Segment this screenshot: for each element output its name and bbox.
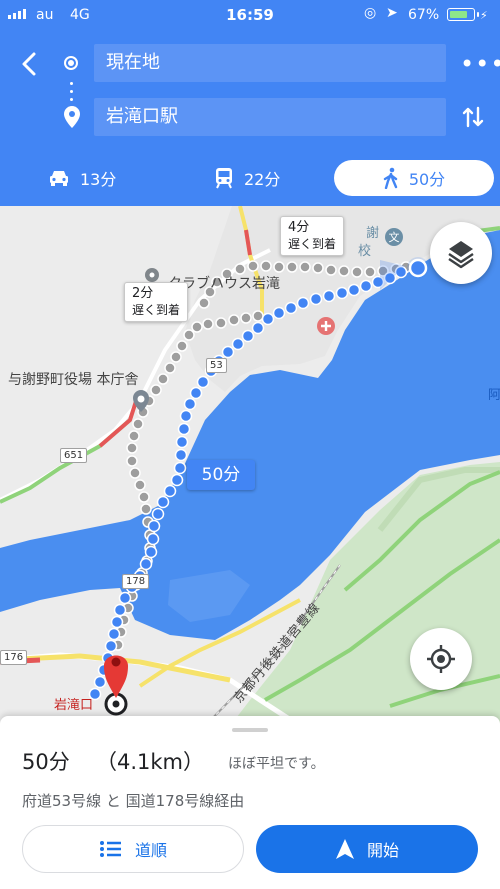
summary-description: ほぼ平坦です。 [228, 756, 325, 772]
navigation-arrow-icon [335, 839, 354, 859]
alt-route-1-note: 遅く到着 [132, 303, 181, 317]
edge-place-label: 阿 [488, 388, 500, 403]
battery-percent: 67% [408, 7, 440, 23]
destination-pin-icon [64, 106, 80, 132]
route-duration-label[interactable]: 50分 [187, 460, 255, 490]
battery-icon [447, 8, 479, 21]
school-icon[interactable]: 文 [385, 228, 403, 246]
summary-via: 府道53号線 と 国道178号線経由 [22, 792, 245, 810]
crosshair-icon [427, 645, 455, 673]
directions-header: au 4G 16:59 ◎ ➤ 67% ⚡ 現在地 岩滝口駅 ••• 13分 [0, 0, 500, 206]
mode-transit-time: 22分 [244, 170, 281, 189]
status-bar: au 4G 16:59 ◎ ➤ 67% ⚡ [0, 0, 500, 30]
summary-distance: （4.1km） [96, 750, 205, 774]
walk-icon [383, 167, 398, 189]
swap-icon [462, 106, 484, 128]
svg-text:文: 文 [389, 230, 400, 244]
layers-icon [448, 241, 474, 269]
train-icon [216, 168, 232, 189]
mode-walk-time: 50分 [408, 170, 446, 189]
car-icon [50, 171, 68, 186]
hospital-icon[interactable] [317, 317, 335, 335]
poi-pin-clubhouse[interactable] [145, 268, 159, 282]
road-shield-178: 178 [122, 574, 150, 589]
sheet-drag-handle[interactable] [232, 728, 268, 732]
layers-button[interactable] [430, 222, 492, 284]
origin-input[interactable]: 現在地 [94, 44, 446, 82]
alt-route-2-time: 4分 [288, 220, 310, 235]
alt-route-callout-2[interactable]: 4分 遅く到着 [280, 216, 345, 256]
alt-route-2-note: 遅く到着 [288, 237, 337, 251]
rotation-lock-icon: ◎ [364, 5, 377, 21]
more-options-button[interactable]: ••• [460, 52, 500, 76]
start-button-label: 開始 [366, 841, 399, 860]
poi-label-school-b[interactable]: 校 [358, 240, 371, 259]
steps-button[interactable]: 道順 [22, 825, 244, 873]
my-location-button[interactable] [410, 628, 472, 690]
alt-route-callout-1[interactable]: 2分 遅く到着 [124, 282, 189, 322]
charging-icon: ⚡ [480, 9, 488, 22]
road-shield-651: 651 [60, 448, 88, 463]
destination-map-label[interactable]: 岩滝口 [54, 694, 93, 713]
mode-drive-time: 13分 [80, 170, 117, 189]
summary-duration: 50分 [22, 750, 70, 774]
map-view[interactable]: 文 クラブハウス岩滝 与謝野町役場 本庁舎 謝 校 阿 53 651 178 1… [0, 206, 500, 726]
back-button[interactable] [14, 48, 46, 80]
mode-transit[interactable]: 22分 [214, 160, 334, 196]
swap-button[interactable] [460, 104, 486, 134]
origin-dot-icon [64, 56, 78, 70]
road-shield-176: 176 [0, 650, 28, 665]
poi-label-town-hall[interactable]: 与謝野町役場 本庁舎 [8, 369, 138, 389]
road-shield-53: 53 [206, 358, 227, 373]
mode-drive[interactable]: 13分 [48, 160, 168, 196]
route-summary-sheet[interactable]: 50分 （4.1km） ほぼ平坦です。 府道53号線 と 国道178号線経由 道… [0, 716, 500, 889]
alt-route-1-time: 2分 [132, 286, 154, 301]
list-icon [99, 841, 121, 857]
start-button[interactable]: 開始 [256, 825, 478, 873]
mode-walk[interactable]: 50分 [334, 160, 494, 196]
back-arrow-icon [22, 52, 36, 76]
destination-input[interactable]: 岩滝口駅 [94, 98, 446, 136]
route-connector-icon [70, 82, 74, 106]
steps-button-label: 道順 [134, 841, 167, 860]
poi-label-school-a[interactable]: 謝 [366, 222, 379, 241]
location-arrow-icon: ➤ [386, 5, 398, 21]
